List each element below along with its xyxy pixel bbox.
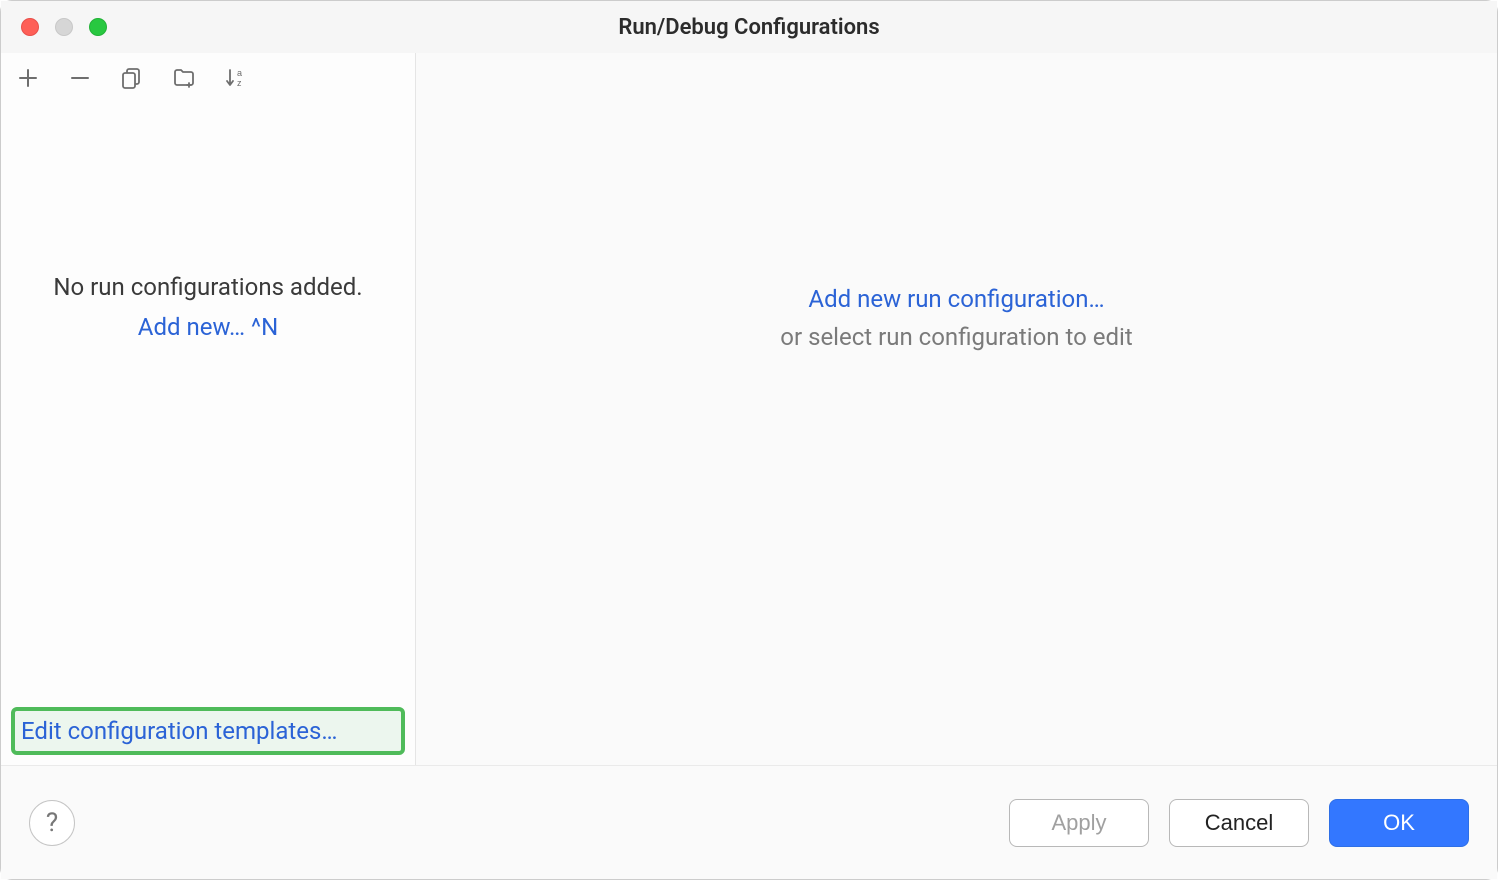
- add-new-run-configuration-link[interactable]: Add new run configuration…: [808, 285, 1104, 313]
- svg-text:a: a: [237, 68, 242, 78]
- add-new-link[interactable]: Add new… ^N: [138, 313, 278, 341]
- window-controls: [1, 18, 107, 36]
- select-configuration-hint: or select run configuration to edit: [780, 323, 1132, 351]
- window-title: Run/Debug Configurations: [1, 15, 1497, 40]
- main-panel: Add new run configuration… or select run…: [416, 53, 1497, 765]
- help-button[interactable]: ?: [29, 800, 75, 846]
- close-window-button[interactable]: [21, 18, 39, 36]
- no-configurations-message: No run configurations added.: [53, 273, 362, 301]
- dialog-footer: ? Apply Cancel OK: [1, 765, 1497, 879]
- edit-templates-container: Edit configuration templates…: [9, 705, 407, 757]
- edit-configuration-templates-link[interactable]: Edit configuration templates…: [21, 717, 337, 745]
- sort-alpha-icon: az: [224, 66, 248, 90]
- minus-icon: [68, 66, 92, 90]
- copy-icon: [120, 66, 144, 90]
- folder-add-icon: [172, 66, 196, 90]
- sidebar-body: No run configurations added. Add new… ^N: [1, 103, 415, 705]
- add-configuration-button[interactable]: [13, 63, 43, 93]
- minimize-window-button[interactable]: [55, 18, 73, 36]
- svg-text:z: z: [237, 78, 242, 88]
- edit-templates-highlight: Edit configuration templates…: [11, 707, 405, 755]
- cancel-button[interactable]: Cancel: [1169, 799, 1309, 847]
- sidebar: az No run configurations added. Add new……: [1, 53, 416, 765]
- sidebar-toolbar: az: [1, 53, 415, 103]
- create-folder-button[interactable]: [169, 63, 199, 93]
- copy-configuration-button[interactable]: [117, 63, 147, 93]
- sort-alpha-button[interactable]: az: [221, 63, 251, 93]
- ok-button[interactable]: OK: [1329, 799, 1469, 847]
- zoom-window-button[interactable]: [89, 18, 107, 36]
- apply-button[interactable]: Apply: [1009, 799, 1149, 847]
- title-bar: Run/Debug Configurations: [1, 1, 1497, 53]
- remove-configuration-button[interactable]: [65, 63, 95, 93]
- content-area: az No run configurations added. Add new……: [1, 53, 1497, 765]
- plus-icon: [16, 66, 40, 90]
